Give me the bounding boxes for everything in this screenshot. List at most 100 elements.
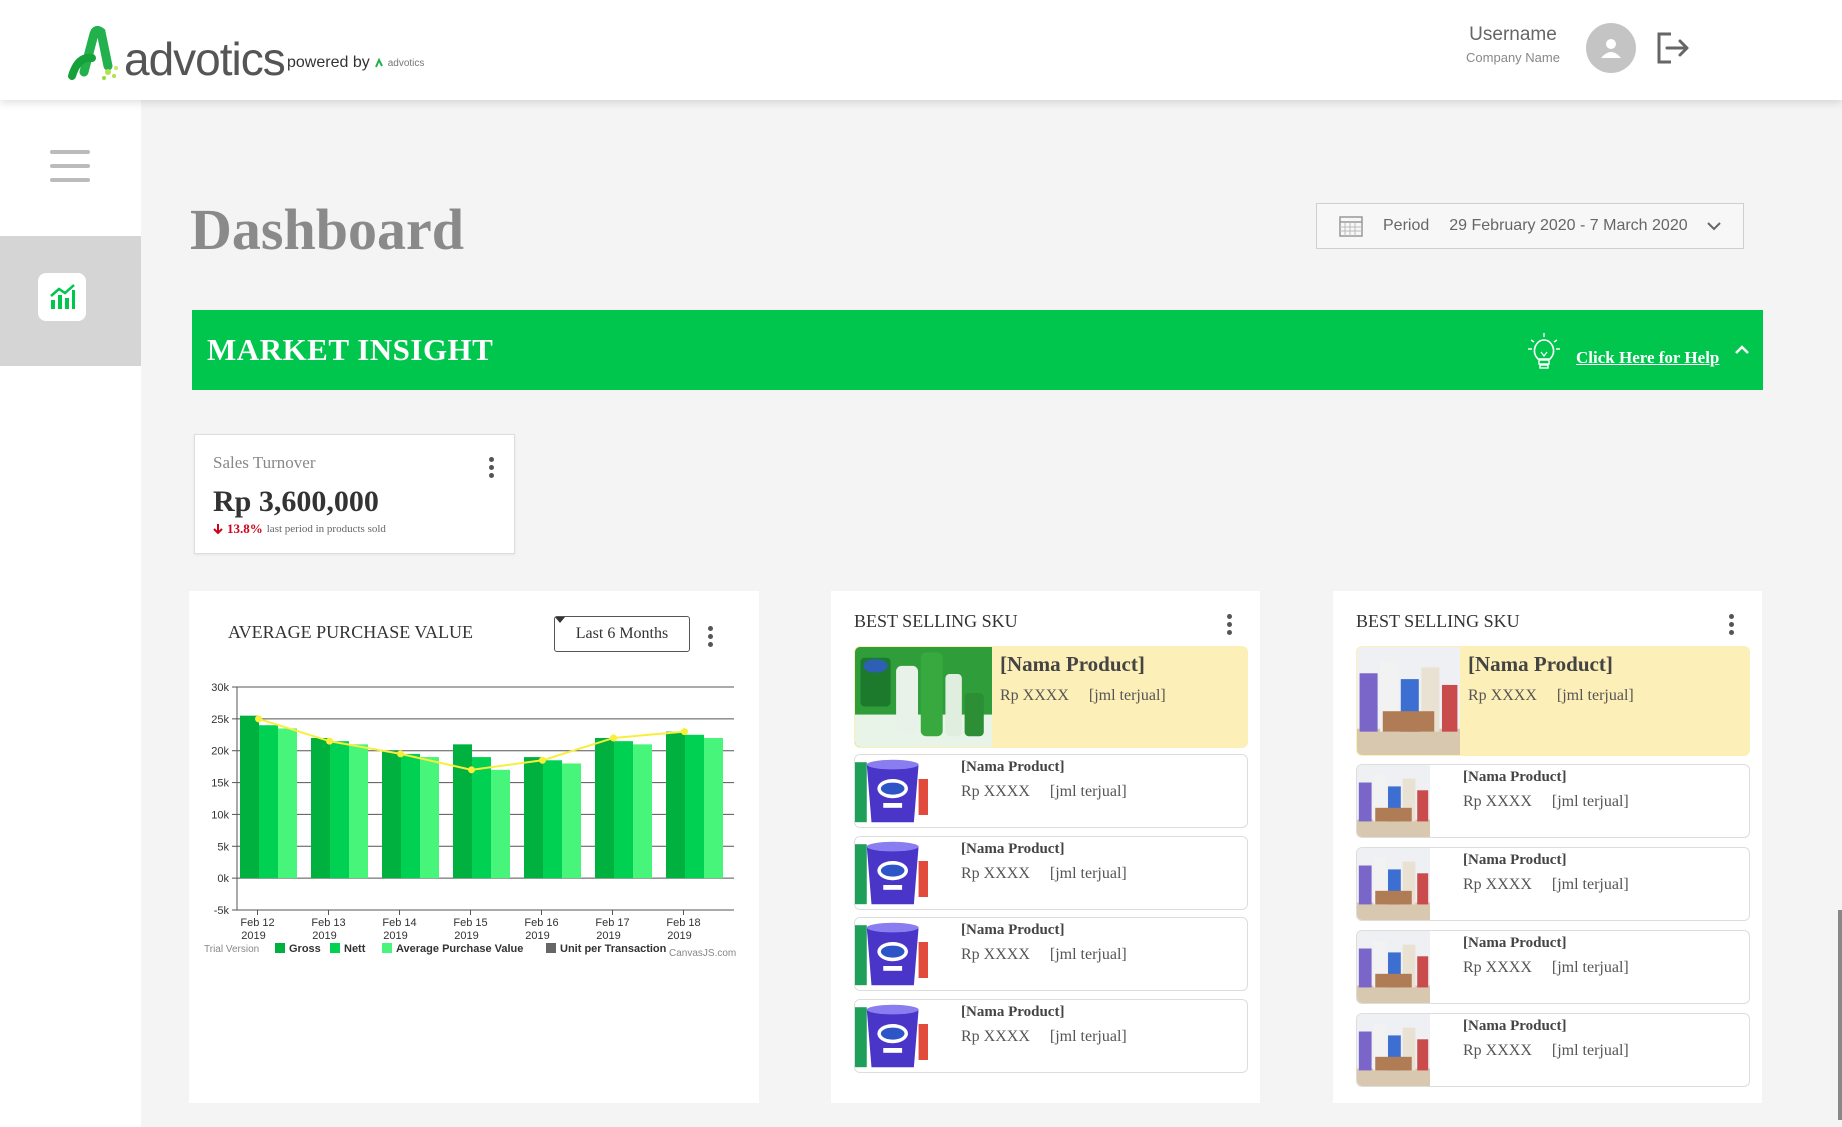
product-sold: [jml terjual] (1551, 876, 1629, 893)
product-price: Rp XXXX (1463, 793, 1532, 810)
y-tick-label: 0k (217, 873, 229, 885)
top-bar: advotics powered by advotics Username Co… (0, 0, 1842, 100)
bar-gross (311, 737, 330, 879)
average-purchase-value-card: AVERAGE PURCHASE VALUE Last 6 Months -5k… (189, 591, 759, 1103)
bar-average-purchase-value (633, 744, 652, 879)
bar-average-purchase-value (278, 728, 297, 879)
y-tick-label: 25k (211, 714, 229, 726)
scrollbar-thumb[interactable] (1838, 910, 1842, 1120)
kpi-change: 13.8% (227, 521, 263, 536)
sidebar-chart-button[interactable] (38, 273, 86, 321)
bar-gross (595, 737, 614, 879)
product-price: Rp XXXX (961, 946, 1030, 963)
product-info: Rp XXXX [jml terjual] (961, 1028, 1127, 1046)
banner-title: MARKET INSIGHT (207, 332, 494, 367)
kpi-label: Sales Turnover (213, 453, 316, 472)
top-product-card[interactable]: [Nama Product] Rp XXXX [jml terjual] (854, 646, 1248, 748)
product-name: [Nama Product] (961, 759, 1065, 775)
legend-swatch (546, 943, 556, 953)
product-thumbnail (855, 999, 928, 1072)
product-sold: [jml terjual] (1551, 793, 1629, 810)
x-tick-label: Feb 12 (240, 917, 274, 929)
product-sold: [jml terjual] (1049, 864, 1127, 882)
username: Username (1469, 24, 1557, 45)
bar-average-purchase-value (491, 769, 510, 879)
product-price: Rp XXXX (1468, 687, 1537, 704)
logout-icon[interactable] (1655, 30, 1691, 66)
lightbulb-icon (1528, 333, 1560, 369)
sku-more-icon[interactable] (1226, 614, 1232, 635)
product-thumbnail (855, 836, 928, 909)
product-list-item[interactable]: [Nama Product] Rp XXXX [jml terjual] (1356, 930, 1750, 1004)
logo-text: advotics (124, 33, 286, 85)
product-image (1357, 647, 1460, 755)
line-point (468, 766, 475, 774)
help-link[interactable]: Click Here for Help (1576, 348, 1719, 368)
kpi-more-icon[interactable] (488, 457, 494, 478)
product-price: Rp XXXX (961, 783, 1030, 800)
x-tick-label: 2019 (312, 930, 336, 942)
powered-by-brand: advotics (387, 57, 425, 69)
advotics-logo[interactable]: advotics (64, 26, 286, 85)
bar-average-purchase-value (704, 737, 723, 879)
product-price: Rp XXXX (1000, 687, 1069, 704)
product-list-item[interactable]: [Nama Product] Rp XXXX [jml terjual] (854, 998, 1248, 1073)
chevron-up-icon[interactable] (1734, 344, 1750, 356)
x-tick-label: Feb 16 (524, 917, 558, 929)
bar-average-purchase-value (349, 744, 368, 879)
legend-label[interactable]: Nett (344, 943, 366, 955)
legend-swatch (382, 943, 392, 953)
bar-nett (543, 760, 562, 879)
product-info: Rp XXXX [jml terjual] (961, 783, 1127, 801)
x-tick-label: 2019 (383, 930, 407, 942)
product-thumbnail (1357, 1014, 1430, 1086)
product-image (1357, 848, 1430, 920)
legend-label[interactable]: Gross (289, 943, 321, 955)
product-sold: [jml terjual] (1049, 783, 1127, 800)
product-list-item[interactable]: [Nama Product] Rp XXXX [jml terjual] (1356, 847, 1750, 921)
chart-icon (50, 284, 75, 309)
sku-title: BEST SELLING SKU (854, 611, 1018, 631)
line-point (610, 734, 617, 742)
powered-by: powered by advotics (287, 54, 424, 72)
product-name: [Nama Product] (1468, 652, 1613, 676)
avatar[interactable] (1586, 23, 1636, 73)
company-name: Company Name (1466, 50, 1560, 65)
product-list-item[interactable]: [Nama Product] Rp XXXX [jml terjual] (854, 835, 1248, 910)
bar-average-purchase-value (420, 757, 439, 879)
product-info: Rp XXXX [jml terjual] (1463, 876, 1629, 894)
product-list-item[interactable]: [Nama Product] Rp XXXX [jml terjual] (854, 917, 1248, 991)
advotics-mini-logo-icon (374, 58, 383, 68)
product-price: Rp XXXX (1463, 1042, 1532, 1059)
x-tick-label: 2019 (454, 930, 478, 942)
sidebar (0, 100, 141, 1127)
bar-nett (259, 725, 278, 879)
product-list-item[interactable]: [Nama Product] Rp XXXX [jml terjual] (854, 754, 1248, 828)
bar-nett (401, 753, 420, 879)
product-sold: [jml terjual] (1556, 687, 1634, 704)
product-list-item[interactable]: [Nama Product] Rp XXXX [jml terjual] (1356, 1013, 1750, 1087)
top-product-card[interactable]: [Nama Product] Rp XXXX [jml terjual] (1356, 646, 1750, 756)
y-tick-label: 10k (211, 809, 229, 821)
period-selector[interactable]: Period 29 February 2020 - 7 March 2020 (1316, 203, 1744, 249)
sku-more-icon[interactable] (1728, 614, 1734, 635)
legend-label[interactable]: Unit per Transaction (560, 943, 667, 955)
product-name: [Nama Product] (1463, 1018, 1567, 1034)
bar-gross (666, 731, 685, 879)
x-tick-label: 2019 (241, 930, 265, 942)
canvasjs-credit[interactable]: CanvasJS.com (669, 948, 736, 959)
product-name: [Nama Product] (1463, 852, 1567, 868)
user-info: Username Company Name (1448, 24, 1578, 65)
bar-gross (382, 750, 401, 879)
y-tick-label: 15k (211, 778, 229, 790)
legend-label[interactable]: Average Purchase Value (396, 943, 523, 955)
product-list-item[interactable]: [Nama Product] Rp XXXX [jml terjual] (1356, 764, 1750, 838)
bar-nett (614, 741, 633, 879)
product-thumbnail (1357, 931, 1430, 1003)
kpi-change-text: last period in products sold (266, 523, 386, 535)
x-tick-label: Feb 17 (595, 917, 629, 929)
legend-swatch (330, 943, 340, 953)
bar-gross (524, 757, 543, 879)
bar-gross (240, 715, 259, 879)
hamburger-icon[interactable] (50, 150, 90, 186)
